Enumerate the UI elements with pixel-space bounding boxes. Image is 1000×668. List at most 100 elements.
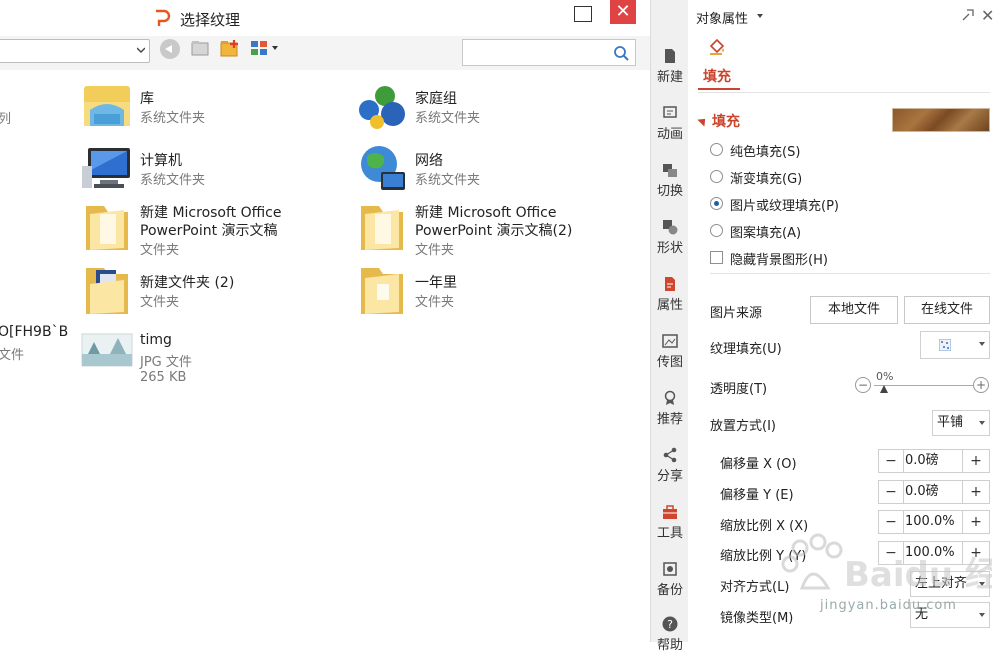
search-icon (614, 46, 629, 61)
file-item[interactable]: 库 系统文件夹 (80, 80, 340, 134)
chevron-down-icon (979, 421, 985, 425)
stepper-value[interactable]: 0.0磅 (905, 481, 963, 503)
rail-item-animation[interactable]: 动画 (651, 101, 689, 157)
rail-item-new[interactable]: 新建 (651, 44, 689, 100)
file-item[interactable]: 计算机 系统文件夹 (80, 142, 340, 196)
texture-dropdown[interactable] (920, 331, 990, 359)
stepper-value[interactable]: 0.0磅 (905, 450, 963, 472)
file-name: PowerPoint 演示文稿 (140, 223, 278, 239)
search-input[interactable] (462, 39, 636, 66)
file-item[interactable]: 家庭组 系统文件夹 (355, 80, 615, 134)
tab-fill[interactable]: 填充 (703, 66, 731, 86)
folder-with-docs-icon (86, 268, 128, 314)
file-name: 计算机 (140, 153, 182, 169)
rail-item-properties[interactable]: 属性 (651, 272, 689, 328)
radio-label: 图案填充(A) (730, 226, 802, 241)
increment-button[interactable]: + (962, 481, 989, 503)
file-dialog: 选择纹理 ✕ 列 O[FH9B`B 文件 库 系统文件夹 家庭组 系统文件夹 计… (0, 0, 650, 642)
pin-icon[interactable] (962, 9, 974, 21)
offset-x-stepper[interactable]: − 0.0磅 + (878, 449, 990, 473)
rail-item-backup[interactable]: 备份 (651, 557, 689, 613)
offset-y-stepper[interactable]: − 0.0磅 + (878, 480, 990, 504)
transparency-value: 0% (876, 370, 894, 383)
file-type: 系统文件夹 (140, 173, 206, 188)
placement-dropdown[interactable]: 平铺 (932, 410, 990, 436)
chevron-down-icon (979, 342, 985, 346)
hide-bg-checkbox[interactable] (710, 251, 723, 264)
transparency-plus-button[interactable]: + (973, 377, 989, 393)
transition-icon (663, 164, 677, 177)
close-button[interactable]: ✕ (610, 0, 636, 24)
svg-text:?: ? (667, 618, 673, 631)
section-title[interactable]: 填充 (712, 111, 740, 131)
file-type: 文件夹 (140, 295, 180, 310)
radio-pattern-fill[interactable] (710, 224, 723, 237)
panel-title[interactable]: 对象属性 (696, 8, 748, 27)
placement-label: 放置方式(I) (710, 419, 776, 434)
rail-item-tools[interactable]: 工具 (651, 500, 689, 556)
rail-item-upload[interactable]: 传图 (651, 329, 689, 385)
radio-picture-fill[interactable] (710, 197, 723, 210)
file-type: 系统文件夹 (415, 173, 481, 188)
file-type: 文件夹 (415, 295, 455, 310)
rail-label: 帮助 (656, 638, 683, 653)
chevron-down-icon[interactable] (757, 14, 763, 18)
file-name: 新建 Microsoft Office (140, 205, 282, 221)
slider-thumb[interactable] (880, 385, 888, 393)
dropdown-value: 平铺 (937, 415, 964, 430)
radio-gradient-fill[interactable] (710, 170, 723, 183)
online-file-button[interactable]: 在线文件 (904, 296, 990, 324)
close-icon[interactable]: ✕ (981, 6, 994, 25)
decrement-button[interactable]: − (879, 450, 904, 472)
increment-button[interactable]: + (962, 450, 989, 472)
view-mode-icon[interactable] (250, 39, 280, 57)
rail-label: 推荐 (656, 412, 683, 427)
local-file-button[interactable]: 本地文件 (810, 296, 898, 324)
library-icon (84, 86, 130, 126)
file-item[interactable]: 网络 系统文件夹 (355, 142, 615, 196)
rail-label: 动画 (656, 127, 683, 142)
dialog-title: 选择纹理 (180, 11, 241, 29)
transparency-slider-track[interactable] (874, 385, 980, 386)
file-name: 一年里 (415, 275, 457, 291)
file-item[interactable]: 一年里 文件夹 (355, 264, 615, 318)
chevron-down-icon (137, 47, 145, 53)
file-item[interactable]: 新建文件夹 (2) 文件夹 (80, 264, 340, 318)
rail-item-transition[interactable]: 切换 (651, 158, 689, 214)
rail-item-help[interactable]: ? 帮助 (651, 612, 689, 668)
partial-item-name[interactable]: O[FH9B`B (0, 324, 68, 340)
file-name: 网络 (415, 153, 443, 169)
path-combo[interactable] (0, 39, 150, 63)
file-item[interactable]: timg JPG 文件 265 KB (80, 324, 340, 396)
file-item[interactable]: 新建 Microsoft Office PowerPoint 演示文稿(2) 文… (355, 202, 615, 258)
file-type: 系统文件夹 (415, 111, 481, 126)
file-type: 文件夹 (140, 243, 180, 258)
up-folder-icon[interactable] (191, 40, 209, 56)
offset-x-label: 偏移量 X (O) (720, 457, 797, 472)
watermark-text: Baidu 经验 (844, 555, 992, 595)
radio-label: 渐变填充(G) (730, 172, 803, 187)
texture-pattern-icon (939, 339, 951, 351)
rail-item-shape[interactable]: 形状 (651, 215, 689, 271)
rail-label: 切换 (656, 184, 683, 199)
recommend-icon (664, 390, 676, 405)
decrement-button[interactable]: − (879, 481, 904, 503)
offset-y-label: 偏移量 Y (E) (720, 488, 794, 503)
file-type: 文件夹 (415, 243, 455, 258)
back-button[interactable] (160, 39, 180, 59)
collapse-arrow-icon[interactable] (697, 115, 709, 127)
rail-item-share[interactable]: 分享 (651, 443, 689, 499)
file-list: 列 O[FH9B`B 文件 库 系统文件夹 家庭组 系统文件夹 计算机 系统文件… (0, 70, 650, 642)
file-name: 新建文件夹 (2) (140, 275, 235, 291)
new-folder-icon[interactable] (220, 39, 240, 57)
partial-item-type: 列 (0, 112, 12, 127)
radio-solid-fill[interactable] (710, 143, 723, 156)
file-item[interactable]: 新建 Microsoft Office PowerPoint 演示文稿 文件夹 (80, 202, 340, 258)
file-name: 库 (140, 91, 154, 107)
dialog-toolbar (0, 36, 650, 71)
maximize-button[interactable] (574, 6, 592, 22)
rail-item-recommend[interactable]: 推荐 (651, 386, 689, 442)
texture-label: 纹理填充(U) (710, 342, 782, 357)
animation-icon (663, 106, 677, 118)
transparency-minus-button[interactable]: − (855, 377, 871, 393)
